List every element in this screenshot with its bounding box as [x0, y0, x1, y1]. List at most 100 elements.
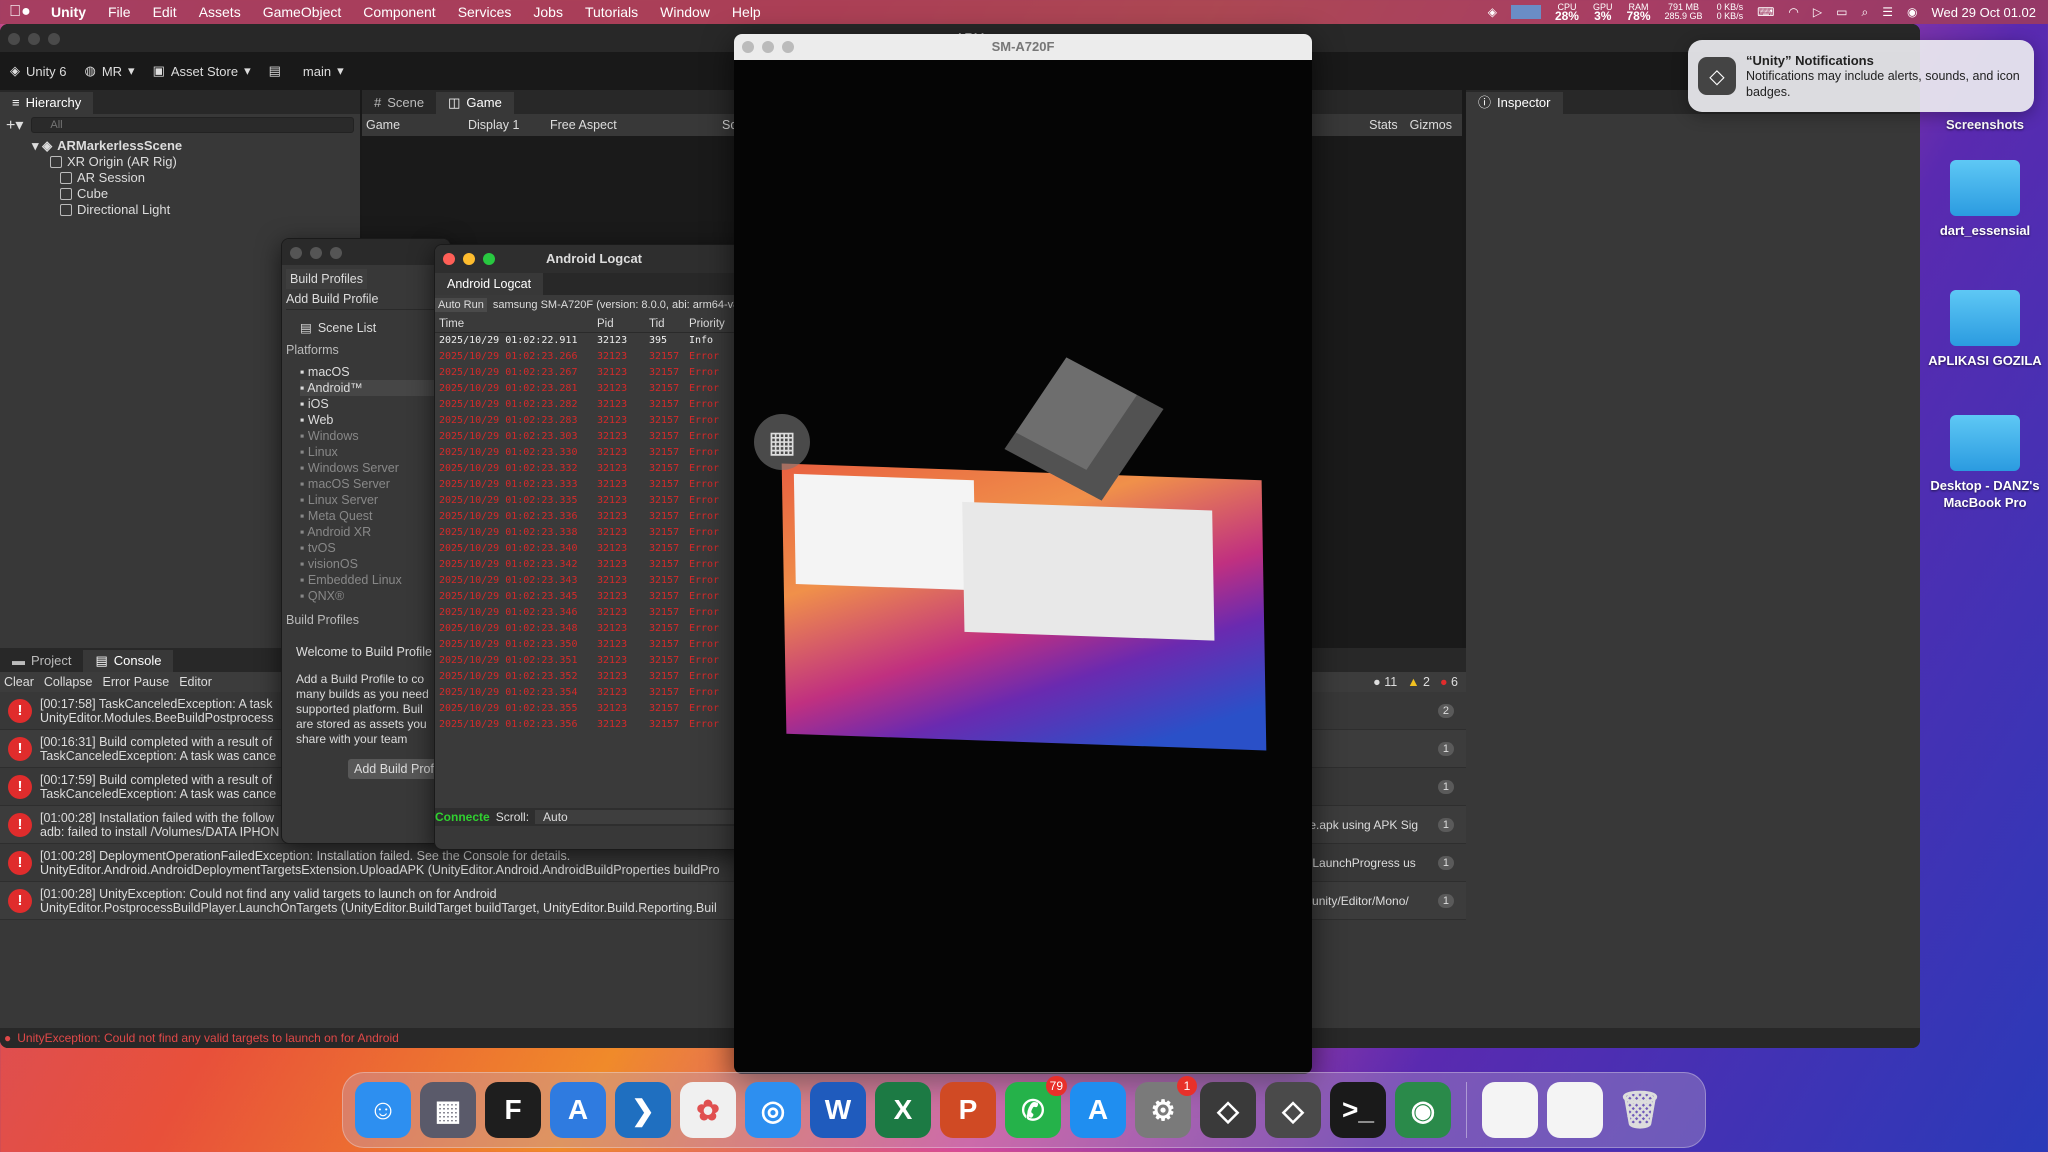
unity-version-button[interactable]: ◈ Unity 6 — [10, 63, 66, 79]
control-center-icon[interactable]: ☰ — [1882, 5, 1893, 19]
close-button[interactable] — [443, 253, 455, 265]
menu-item[interactable]: Services — [447, 4, 523, 20]
hierarchy-item[interactable]: AR Session — [60, 170, 360, 186]
close-button[interactable] — [290, 247, 302, 259]
menu-item[interactable]: File — [97, 4, 142, 20]
asset-store-dropdown[interactable]: ▣ Asset Store ▾ — [153, 63, 251, 79]
menu-item[interactable]: Help — [721, 4, 772, 20]
tab-scene[interactable]: # Scene — [362, 92, 436, 114]
game-mode-dropdown[interactable]: Game — [366, 118, 456, 132]
desktop-folder-macbook[interactable]: Desktop - DANZ's MacBook Pro — [1915, 415, 2048, 511]
error-pause-button[interactable]: Error Pause — [103, 675, 170, 689]
col-priority[interactable]: Priority — [685, 315, 735, 332]
platform-item[interactable]: ▪ tvOS — [300, 540, 450, 556]
minimize-button[interactable] — [762, 41, 774, 53]
logcat-row-error[interactable]: 2025/10/29 01:02:23.351 32123 32157 Error — [435, 653, 753, 669]
platform-item[interactable]: ▪ Windows Server — [300, 460, 450, 476]
menu-item[interactable]: Unity — [40, 4, 97, 20]
logcat-row-error[interactable]: 2025/10/29 01:02:23.333 32123 32157 Error — [435, 477, 753, 493]
menu-item[interactable]: Tutorials — [574, 4, 649, 20]
logcat-row-error[interactable]: 2025/10/29 01:02:23.332 32123 32157 Error — [435, 461, 753, 477]
logcat-row-error[interactable]: 2025/10/29 01:02:23.343 32123 32157 Error — [435, 573, 753, 589]
platform-item[interactable]: ▪ macOS — [300, 364, 450, 380]
zoom-button[interactable] — [782, 41, 794, 53]
tab-build-profiles[interactable]: Build Profiles — [286, 269, 367, 289]
collapse-button[interactable]: Collapse — [44, 675, 93, 689]
close-button[interactable] — [8, 33, 20, 45]
warning-count[interactable]: ▲ 2 — [1407, 675, 1430, 689]
logcat-row-error[interactable]: 2025/10/29 01:02:23.352 32123 32157 Error — [435, 669, 753, 685]
dock-app-xcode[interactable]: A — [550, 1082, 606, 1138]
siri-icon[interactable]: ◉ — [1907, 5, 1917, 19]
logcat-row-error[interactable]: 2025/10/29 01:02:23.354 32123 32157 Error — [435, 685, 753, 701]
tab-project[interactable]: ▬ Project — [0, 650, 83, 672]
dock-app-unity-6[interactable]: ◇ — [1265, 1082, 1321, 1138]
dock-app-terminal[interactable]: >_ — [1330, 1082, 1386, 1138]
dock-app-word[interactable]: W — [810, 1082, 866, 1138]
platform-item[interactable]: ▪ Web — [300, 412, 450, 428]
aspect-dropdown[interactable]: Free Aspect — [550, 118, 710, 132]
zoom-button[interactable] — [48, 33, 60, 45]
desktop-screenshots[interactable]: Screenshots — [1935, 110, 2035, 133]
dock-app-unity-hub[interactable]: ◇ — [1200, 1082, 1256, 1138]
tab-android-logcat[interactable]: Android Logcat — [435, 273, 544, 295]
trash-icon[interactable]: 🗑 — [1612, 1082, 1668, 1138]
unity-status-icon[interactable]: ◈ — [1488, 5, 1497, 19]
col-time[interactable]: Time — [435, 315, 593, 332]
dock-app-photos[interactable]: ✿ — [680, 1082, 736, 1138]
logcat-row-error[interactable]: 2025/10/29 01:02:23.356 32123 32157 Error — [435, 717, 753, 733]
wifi-icon[interactable]: ◠ — [1788, 5, 1798, 19]
platform-item[interactable]: ▪ Meta Quest — [300, 508, 450, 524]
dock-app-figma[interactable]: F — [485, 1082, 541, 1138]
hierarchy-item[interactable]: Directional Light — [60, 202, 360, 218]
platform-item[interactable]: ▪ Linux — [300, 444, 450, 460]
unity-notification[interactable]: ◇ “Unity” Notifications Notifications ma… — [1688, 40, 2034, 112]
logcat-row-error[interactable]: 2025/10/29 01:02:23.330 32123 32157 Error — [435, 445, 753, 461]
desktop-folder-gozila[interactable]: APLIKASI GOZILA — [1925, 290, 2045, 369]
error-count[interactable]: ● 6 — [1440, 675, 1458, 689]
dock-app-app-store[interactable]: A — [1070, 1082, 1126, 1138]
gizmos-dropdown[interactable]: Gizmos — [1410, 118, 1452, 132]
platform-item[interactable]: ▪ Embedded Linux — [300, 572, 450, 588]
dock-recent-document[interactable] — [1482, 1082, 1538, 1138]
desktop-folder-dart[interactable]: dart_essensial — [1925, 160, 2045, 239]
hierarchy-search-input[interactable] — [31, 117, 354, 133]
scene-root[interactable]: ▾ ◈ ARMarkerlessScene — [32, 138, 360, 154]
keyboard-icon[interactable]: ⌨ — [1757, 5, 1774, 19]
account-dropdown[interactable]: ◍ MR ▾ — [84, 63, 134, 79]
logcat-row-error[interactable]: 2025/10/29 01:02:23.350 32123 32157 Error — [435, 637, 753, 653]
logcat-row-error[interactable]: 2025/10/29 01:02:23.345 32123 32157 Error — [435, 589, 753, 605]
auto-run-toggle[interactable]: Auto Run — [435, 298, 487, 312]
add-build-profile-button[interactable]: Add Build Profil — [348, 759, 446, 779]
minimize-button[interactable] — [28, 33, 40, 45]
dock-app-system-settings[interactable]: ⚙ 1 — [1135, 1076, 1197, 1138]
logcat-row-error[interactable]: 2025/10/29 01:02:23.266 32123 32157 Error — [435, 349, 753, 365]
dock-app-vs-code[interactable]: ❯ — [615, 1082, 671, 1138]
tab-hierarchy[interactable]: ≡ Hierarchy — [0, 92, 94, 114]
tab-game[interactable]: ◫ Game — [436, 92, 514, 114]
close-button[interactable] — [742, 41, 754, 53]
logcat-row[interactable]: 2025/10/29 01:02:22.911 32123 395 Info — [435, 333, 753, 349]
play-icon[interactable]: ▷ — [1813, 5, 1822, 19]
logcat-row-error[interactable]: 2025/10/29 01:02:23.338 32123 32157 Error — [435, 525, 753, 541]
menu-item[interactable]: Edit — [142, 4, 188, 20]
clear-button[interactable]: Clear — [4, 675, 34, 689]
menu-item[interactable]: Jobs — [522, 4, 574, 20]
logcat-row-error[interactable]: 2025/10/29 01:02:23.355 32123 32157 Error — [435, 701, 753, 717]
logcat-row-error[interactable]: 2025/10/29 01:02:23.281 32123 32157 Error — [435, 381, 753, 397]
branch-dropdown[interactable]: ▤ main ▾ — [269, 63, 344, 79]
hierarchy-item[interactable]: Cube — [60, 186, 360, 202]
dock-recent-document[interactable] — [1547, 1082, 1603, 1138]
col-tid[interactable]: Tid — [645, 315, 685, 332]
logcat-row-error[interactable]: 2025/10/29 01:02:23.336 32123 32157 Error — [435, 509, 753, 525]
platform-item[interactable]: ▪ Linux Server — [300, 492, 450, 508]
dock-app-finder[interactable]: ☺ — [355, 1082, 411, 1138]
tab-inspector[interactable]: ⓘ Inspector — [1466, 92, 1563, 114]
add-build-profile-link[interactable]: Add Build Profile — [286, 289, 450, 310]
scene-list-item[interactable]: ▤ Scene List — [286, 310, 450, 342]
minimize-button[interactable] — [310, 247, 322, 259]
logcat-row-error[interactable]: 2025/10/29 01:02:23.346 32123 32157 Error — [435, 605, 753, 621]
menu-item[interactable]: Window — [649, 4, 721, 20]
platform-item[interactable]: ▪ iOS — [300, 396, 450, 412]
search-icon[interactable]: ⌕ — [1861, 5, 1868, 20]
